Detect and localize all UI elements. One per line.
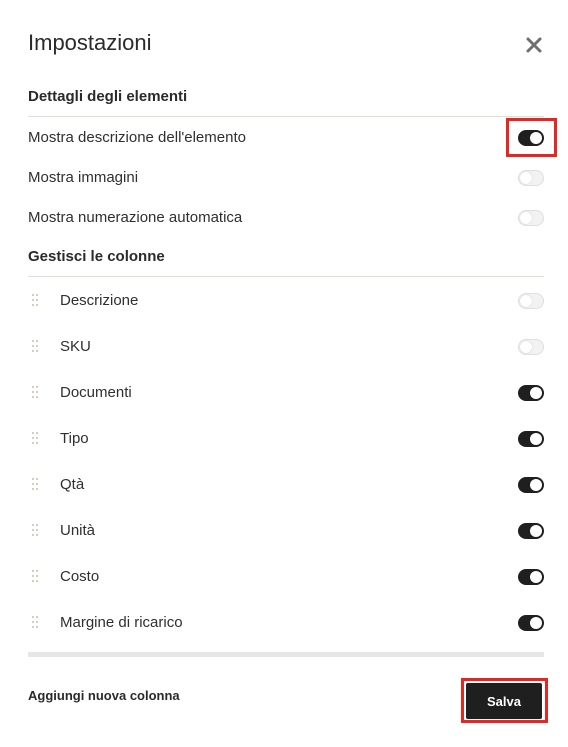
toggle-column-costo[interactable] [518, 569, 544, 585]
column-label: Unità [60, 522, 96, 539]
column-label: Costo [60, 568, 100, 585]
toggle-knob [530, 479, 542, 491]
toggle-column-margine[interactable] [518, 615, 544, 631]
option-auto-numbering-label: Mostra numerazione automatica [28, 209, 243, 226]
toggle-knob [530, 525, 542, 537]
toggle-knob [520, 172, 532, 184]
horizontal-scrollbar[interactable] [28, 652, 544, 657]
column-label: Tipo [60, 430, 89, 447]
toggle-knob [520, 295, 532, 307]
toggle-column-documenti[interactable] [518, 385, 544, 401]
section-divider [28, 116, 544, 117]
drag-handle-icon[interactable] [32, 616, 38, 628]
toggle-knob [530, 571, 542, 583]
drag-handle-icon[interactable] [32, 340, 38, 352]
toggle-column-descrizione[interactable] [518, 293, 544, 309]
toggle-knob [520, 212, 532, 224]
toggle-knob [530, 617, 542, 629]
toggle-column-tipo[interactable] [518, 431, 544, 447]
drag-handle-icon[interactable] [32, 570, 38, 582]
item-details-heading: Dettagli degli elementi [28, 88, 188, 105]
toggle-column-unita[interactable] [518, 523, 544, 539]
toggle-show-description[interactable] [518, 130, 544, 146]
column-label: Descrizione [60, 292, 139, 309]
drag-handle-icon[interactable] [32, 386, 38, 398]
column-label: Documenti [60, 384, 132, 401]
toggle-knob [530, 132, 542, 144]
add-column-link[interactable]: Aggiungi nuova colonna [28, 688, 180, 703]
toggle-column-sku[interactable] [518, 339, 544, 355]
option-show-images-label: Mostra immagini [28, 169, 139, 186]
column-label: SKU [60, 338, 91, 355]
toggle-knob [530, 387, 542, 399]
drag-handle-icon[interactable] [32, 478, 38, 490]
column-label: Margine di ricarico [60, 614, 183, 631]
drag-handle-icon[interactable] [32, 432, 38, 444]
close-icon[interactable] [521, 32, 547, 58]
toggle-knob [520, 341, 532, 353]
toggle-auto-numbering[interactable] [518, 210, 544, 226]
toggle-column-qta[interactable] [518, 477, 544, 493]
save-button[interactable]: Salva [466, 683, 542, 719]
toggle-knob [530, 433, 542, 445]
toggle-show-images[interactable] [518, 170, 544, 186]
dialog-title: Impostazioni [28, 30, 152, 55]
drag-handle-icon[interactable] [32, 524, 38, 536]
columns-heading: Gestisci le colonne [28, 248, 165, 265]
column-label: Qtà [60, 476, 85, 493]
drag-handle-icon[interactable] [32, 294, 38, 306]
section-divider [28, 276, 544, 277]
option-show-description-label: Mostra descrizione dell'elemento [28, 129, 246, 146]
